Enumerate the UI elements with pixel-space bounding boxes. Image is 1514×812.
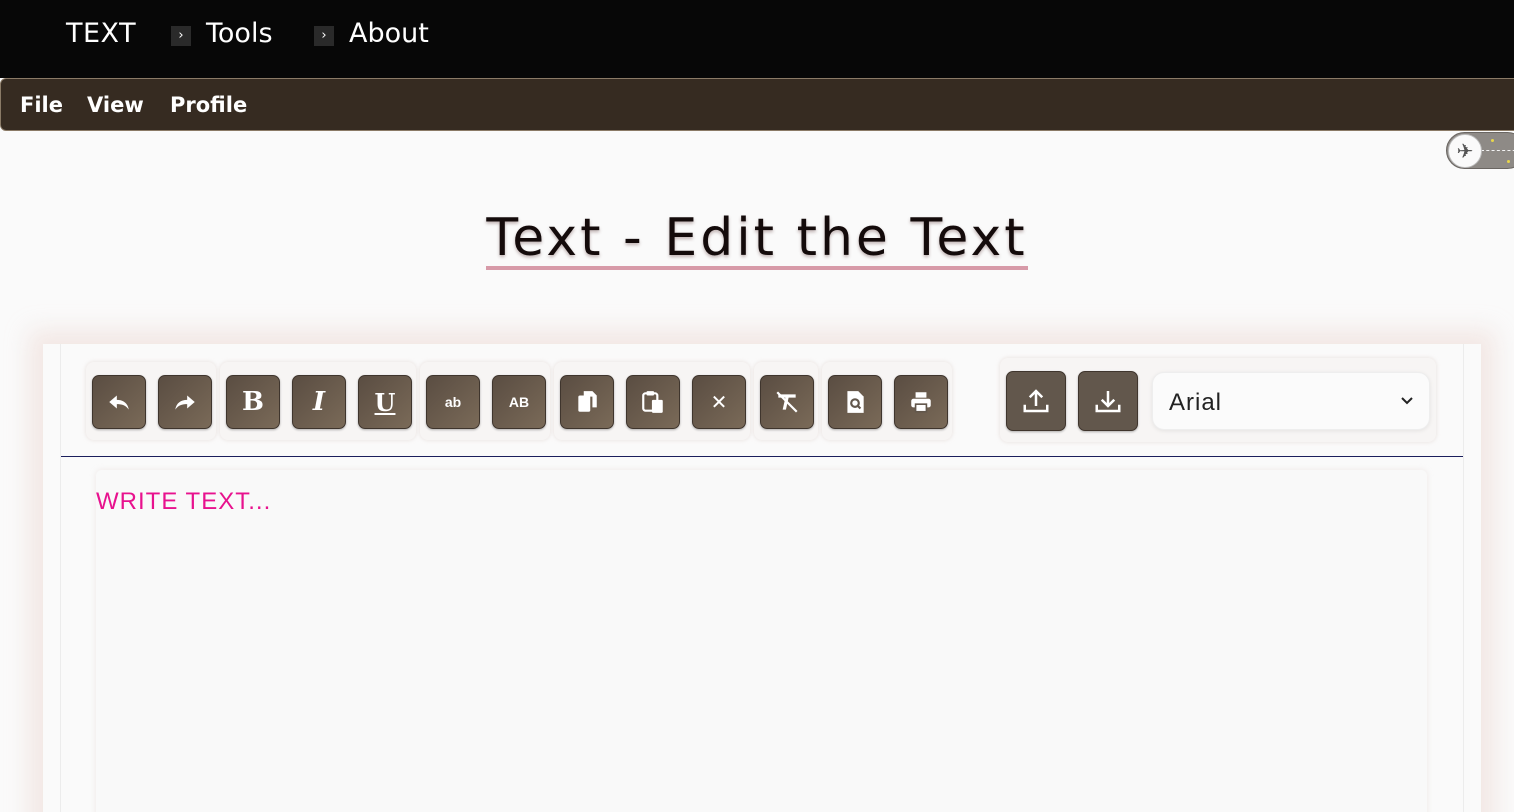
- redo-button[interactable]: [158, 375, 212, 429]
- text-editor[interactable]: [96, 470, 1427, 812]
- close-icon: ✕: [710, 390, 728, 414]
- page-title: Text - Edit the Text: [486, 208, 1028, 270]
- italic-icon: I: [312, 387, 326, 417]
- chevron-right-icon: ›: [171, 26, 191, 46]
- page-title-wrap: Text - Edit the Text: [0, 210, 1514, 270]
- editor-placeholder: WRITE TEXT...: [96, 488, 272, 515]
- download-button[interactable]: [1078, 371, 1138, 431]
- menu-file[interactable]: File: [20, 93, 63, 117]
- menu-view[interactable]: View: [87, 93, 144, 117]
- theme-toggle[interactable]: ✈: [1446, 132, 1514, 169]
- nav-link-tools[interactable]: Tools: [206, 18, 273, 49]
- bold-button[interactable]: B: [226, 375, 280, 429]
- menu-profile[interactable]: Profile: [170, 93, 247, 117]
- menu-bar: File View Profile: [0, 78, 1514, 131]
- chevron-right-icon: ›: [314, 26, 334, 46]
- copy-icon: [578, 391, 597, 412]
- italic-button[interactable]: I: [292, 375, 346, 429]
- lowercase-button[interactable]: ab: [426, 375, 480, 429]
- toolbar-divider: [61, 456, 1463, 457]
- font-select[interactable]: Arial: [1152, 372, 1430, 430]
- brand-link[interactable]: TEXT: [66, 18, 136, 49]
- clear-format-button[interactable]: [760, 375, 814, 429]
- lowercase-icon: ab: [444, 394, 462, 410]
- upload-icon: [1023, 389, 1049, 413]
- find-button[interactable]: [828, 375, 882, 429]
- print-icon: [911, 392, 931, 413]
- print-button[interactable]: [894, 375, 948, 429]
- underline-icon: U: [374, 387, 396, 417]
- chevron-down-icon: [1401, 397, 1413, 405]
- clear-button[interactable]: ✕: [692, 375, 746, 429]
- download-icon: [1095, 391, 1121, 413]
- bold-icon: B: [242, 387, 264, 417]
- redo-icon: [175, 395, 195, 410]
- airplane-icon: ✈: [1448, 134, 1482, 168]
- undo-button[interactable]: [92, 375, 146, 429]
- undo-icon: [109, 395, 129, 410]
- paste-button[interactable]: [626, 375, 680, 429]
- upload-button[interactable]: [1006, 371, 1066, 431]
- clear-format-icon: [776, 391, 798, 413]
- copy-button[interactable]: [560, 375, 614, 429]
- paste-icon: [642, 391, 663, 413]
- uppercase-button[interactable]: AB: [492, 375, 546, 429]
- find-icon: [847, 391, 864, 413]
- uppercase-icon: AB: [508, 394, 530, 410]
- nav-link-about[interactable]: About: [349, 18, 429, 49]
- underline-button[interactable]: U: [358, 375, 412, 429]
- top-nav: TEXT › Tools › About: [0, 0, 1514, 78]
- font-select-value: Arial: [1169, 389, 1223, 416]
